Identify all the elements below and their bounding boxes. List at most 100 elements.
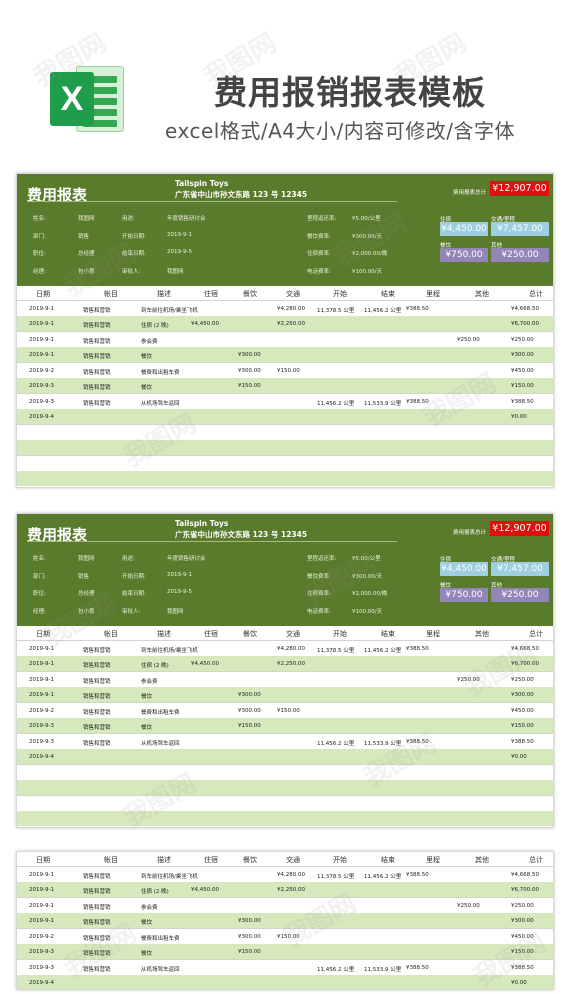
cell-desc[interactable]: 从机场驾车返回 [141, 399, 180, 407]
cell-account[interactable]: 销售和营销 [83, 383, 111, 391]
cell-desc[interactable]: 餐费和出租车费 [141, 934, 180, 942]
cell-total[interactable]: ¥150.00 [511, 723, 534, 729]
table-row[interactable]: 2019-9-1 销售和营销 参会费 ¥250.00 ¥250.00 [17, 897, 553, 913]
cell-desc[interactable]: 住宿 (2 晚) [141, 887, 169, 895]
cell-total[interactable]: ¥388.50 [511, 739, 534, 745]
table-row[interactable]: 2019-9-3 销售和营销 餐饮 ¥150.00 ¥150.00 [17, 377, 553, 393]
info-position-value[interactable]: 总经理 [78, 589, 95, 597]
info-mileage-rate-value[interactable]: ¥5.00/公里 [352, 214, 381, 222]
cell-total[interactable]: ¥0.00 [511, 980, 527, 986]
table-row[interactable]: 2019-9-1 销售和营销 参会费 ¥250.00 ¥250.00 [17, 671, 553, 687]
cell-end[interactable]: 11,456.2 公里 [364, 306, 401, 314]
cell-transport[interactable]: ¥150.00 [277, 368, 300, 374]
cell-total[interactable]: ¥150.00 [511, 949, 534, 955]
table-row[interactable] [17, 470, 553, 486]
info-manager-value[interactable]: 包小惠 [78, 607, 95, 615]
cell-desc[interactable]: 餐饮 [141, 949, 152, 957]
cell-desc[interactable]: 参会费 [141, 903, 158, 911]
cell-date[interactable]: 2019-9-1 [29, 337, 54, 343]
cell-account[interactable]: 销售和营销 [83, 739, 111, 747]
cell-account[interactable]: 销售和营销 [83, 368, 111, 376]
table-row[interactable] [17, 795, 553, 811]
cell-transport[interactable]: ¥2,250.00 [277, 321, 305, 327]
info-meal-rate-value[interactable]: ¥300.00/天 [352, 572, 382, 580]
cell-total[interactable]: ¥6,700.00 [511, 321, 539, 327]
cell-date[interactable]: 2019-9-3 [29, 399, 54, 405]
info-purpose-value[interactable]: 年度销售研讨会 [167, 554, 206, 562]
cell-desc[interactable]: 餐费和出租车费 [141, 708, 180, 716]
cell-date[interactable]: 2019-9-1 [29, 306, 54, 312]
cell-date[interactable]: 2019-9-2 [29, 934, 54, 940]
cell-meal[interactable]: ¥300.00 [238, 368, 261, 374]
cell-start[interactable]: 11,456.2 公里 [317, 739, 354, 747]
cell-desc[interactable]: 住宿 (2 晚) [141, 321, 169, 329]
cell-total[interactable]: ¥450.00 [511, 934, 534, 940]
cell-total[interactable]: ¥4,668.50 [511, 646, 539, 652]
table-row[interactable] [17, 424, 553, 440]
cell-date[interactable]: 2019-9-4 [29, 754, 54, 760]
cell-desc[interactable]: 到车前往机场/乘坐飞机 [141, 646, 198, 654]
cell-lodging[interactable]: ¥4,450.00 [191, 321, 219, 327]
table-row[interactable] [17, 455, 553, 471]
cell-total[interactable]: ¥4,668.50 [511, 872, 539, 878]
cell-account[interactable]: 销售和营销 [83, 918, 111, 926]
cell-total[interactable]: ¥6,700.00 [511, 661, 539, 667]
table-row[interactable]: 2019-9-2 销售和营销 餐费和出租车费 ¥300.00 ¥150.00 ¥450.0… [17, 702, 553, 718]
cell-date[interactable]: 2019-9-1 [29, 918, 54, 924]
cell-total[interactable]: ¥388.50 [511, 965, 534, 971]
table-row[interactable] [17, 764, 553, 780]
table-row[interactable] [17, 810, 553, 826]
cell-transport[interactable]: ¥150.00 [277, 934, 300, 940]
cell-account[interactable]: 销售和营销 [83, 661, 111, 669]
table-row[interactable]: 2019-9-1 销售和营销 餐饮 ¥300.00 ¥300.00 [17, 686, 553, 702]
table-row[interactable]: 2019-9-3 销售和营销 从机场驾车返回 11,456.2 公里 11,533.9 … [17, 393, 553, 409]
info-start-value[interactable]: 2019-9-1 [167, 232, 192, 238]
cell-date[interactable]: 2019-9-1 [29, 321, 54, 327]
table-row[interactable]: 2019-9-2 销售和营销 餐费和出租车费 ¥300.00 ¥150.00 ¥450.0… [17, 928, 553, 944]
table-row[interactable]: 2019-9-4 ¥0.00 [17, 748, 553, 764]
table-row[interactable]: 2019-9-1 销售和营销 到车前往机场/乘坐飞机 ¥4,280.00 11,378.… [17, 866, 553, 882]
cell-meal[interactable]: ¥150.00 [238, 949, 261, 955]
cell-transport[interactable]: ¥4,280.00 [277, 872, 305, 878]
cell-account[interactable]: 销售和营销 [83, 903, 111, 911]
cell-account[interactable]: 销售和营销 [83, 692, 111, 700]
cell-meal[interactable]: ¥300.00 [238, 352, 261, 358]
cell-desc[interactable]: 餐饮 [141, 918, 152, 926]
cell-total[interactable]: ¥450.00 [511, 708, 534, 714]
cell-meal[interactable]: ¥150.00 [238, 383, 261, 389]
cell-total[interactable]: ¥6,700.00 [511, 887, 539, 893]
table-row[interactable]: 2019-9-1 销售和营销 餐饮 ¥300.00 ¥300.00 [17, 912, 553, 928]
cell-desc[interactable]: 到车前往机场/乘坐飞机 [141, 306, 198, 314]
info-approver-value[interactable]: 我图网 [167, 267, 184, 275]
info-name-value[interactable]: 我图网 [78, 554, 95, 562]
table-row[interactable]: 2019-9-3 销售和营销 餐饮 ¥150.00 ¥150.00 [17, 943, 553, 959]
cell-lodging[interactable]: ¥4,450.00 [191, 661, 219, 667]
info-lodging-rate-value[interactable]: ¥2,000.00/晚 [352, 589, 387, 597]
cell-date[interactable]: 2019-9-1 [29, 646, 54, 652]
cell-meal[interactable]: ¥150.00 [238, 723, 261, 729]
table-row[interactable]: 2019-9-1 销售和营销 到车前往机场/乘坐飞机 ¥4,280.00 11,378.… [17, 640, 553, 656]
cell-date[interactable]: 2019-9-3 [29, 383, 54, 389]
cell-desc[interactable]: 从机场驾车返回 [141, 739, 180, 747]
cell-transport[interactable]: ¥2,250.00 [277, 661, 305, 667]
info-name-value[interactable]: 我图网 [78, 214, 95, 222]
cell-desc[interactable]: 餐饮 [141, 723, 152, 731]
cell-total[interactable]: ¥250.00 [511, 337, 534, 343]
cell-meal[interactable]: ¥300.00 [238, 692, 261, 698]
table-row[interactable]: 2019-9-3 销售和营销 从机场驾车返回 11,456.2 公里 11,533.9 … [17, 733, 553, 749]
cell-account[interactable]: 销售和营销 [83, 965, 111, 973]
cell-account[interactable]: 销售和营销 [83, 646, 111, 654]
cell-account[interactable]: 销售和营销 [83, 708, 111, 716]
cell-desc[interactable]: 餐饮 [141, 692, 152, 700]
cell-total[interactable]: ¥450.00 [511, 368, 534, 374]
cell-desc[interactable]: 餐饮 [141, 352, 152, 360]
cell-date[interactable]: 2019-9-3 [29, 949, 54, 955]
cell-date[interactable]: 2019-9-1 [29, 352, 54, 358]
cell-date[interactable]: 2019-9-2 [29, 368, 54, 374]
info-manager-value[interactable]: 包小惠 [78, 267, 95, 275]
info-purpose-value[interactable]: 年度销售研讨会 [167, 214, 206, 222]
table-row[interactable] [17, 439, 553, 455]
cell-start[interactable]: 11,456.2 公里 [317, 399, 354, 407]
cell-mileage[interactable]: ¥388.50 [406, 646, 429, 652]
cell-date[interactable]: 2019-9-3 [29, 723, 54, 729]
